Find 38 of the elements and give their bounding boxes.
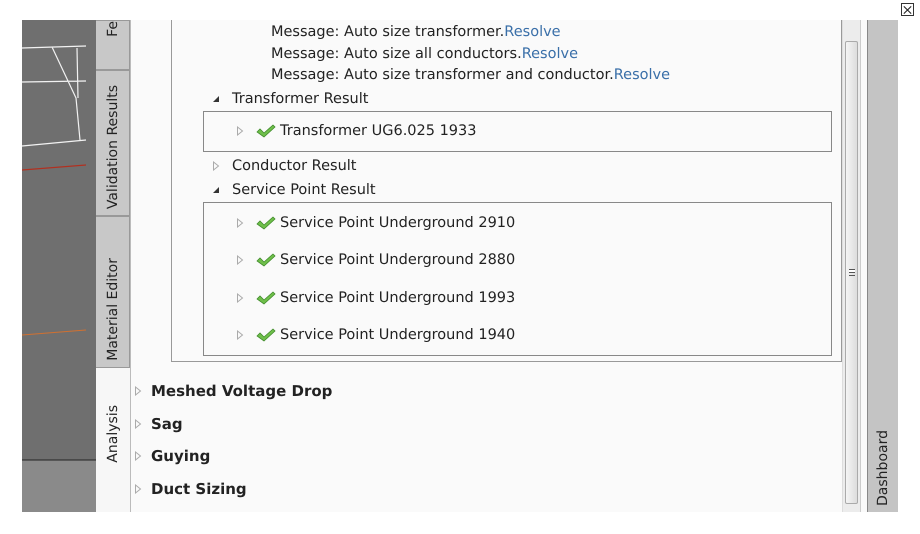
side-tab[interactable]: Analysis xyxy=(96,368,130,512)
section-header[interactable]: Meshed Voltage Drop xyxy=(151,382,332,400)
result-item[interactable]: Service Point Underground 1993 xyxy=(280,290,516,306)
collapsed-triangle-icon[interactable] xyxy=(236,126,244,136)
result-item[interactable]: Service Point Underground 2880 xyxy=(280,252,516,268)
side-tab[interactable]: Validation Results xyxy=(96,70,130,216)
scrollbar[interactable] xyxy=(842,20,861,512)
side-tab[interactable]: Fe xyxy=(96,20,130,70)
collapsed-triangle-icon[interactable] xyxy=(236,330,244,340)
collapsed-triangle-icon[interactable] xyxy=(134,451,142,462)
collapsed-triangle-icon[interactable] xyxy=(236,292,244,303)
message-text: Message: Auto size transformer and conductor.Resolve xyxy=(271,66,672,85)
collapsed-triangle-icon[interactable] xyxy=(212,161,220,171)
group-label[interactable]: Service Point Result xyxy=(232,182,376,198)
collapsed-triangle-icon[interactable] xyxy=(134,418,142,429)
message-text: Message: Auto size transformer.Resolve xyxy=(271,23,562,42)
collapsed-triangle-icon[interactable] xyxy=(236,218,244,228)
group-label[interactable]: Conductor Result xyxy=(232,158,356,174)
section-header[interactable]: Duct Sizing xyxy=(151,480,247,498)
group-label[interactable]: Transformer Result xyxy=(232,90,368,106)
result-item[interactable]: Transformer UG6.025 1933 xyxy=(280,123,476,140)
collapsed-triangle-icon[interactable] xyxy=(134,484,142,494)
close-button[interactable] xyxy=(901,3,914,16)
expanded-triangle-icon[interactable] xyxy=(212,185,220,195)
message-text: Message: Auto size all conductors.Resolve xyxy=(271,44,579,64)
section-header[interactable]: Guying xyxy=(151,447,210,466)
collapsed-triangle-icon[interactable] xyxy=(134,386,142,396)
expanded-triangle-icon[interactable] xyxy=(212,94,220,104)
side-tab[interactable]: Dashboard xyxy=(875,430,891,512)
result-item[interactable]: Service Point Underground 1940 xyxy=(280,327,516,344)
side-tab[interactable]: Material Editor xyxy=(96,216,130,368)
collapsed-triangle-icon[interactable] xyxy=(236,255,244,266)
resolve-link[interactable]: Resolve xyxy=(614,67,670,83)
resolve-link[interactable]: Resolve xyxy=(522,46,578,62)
result-item[interactable]: Service Point Underground 2910 xyxy=(280,214,516,231)
section-header[interactable]: Sag xyxy=(151,414,183,433)
scrollbar-thumb[interactable] xyxy=(845,41,858,504)
resolve-link[interactable]: Resolve xyxy=(504,24,561,40)
